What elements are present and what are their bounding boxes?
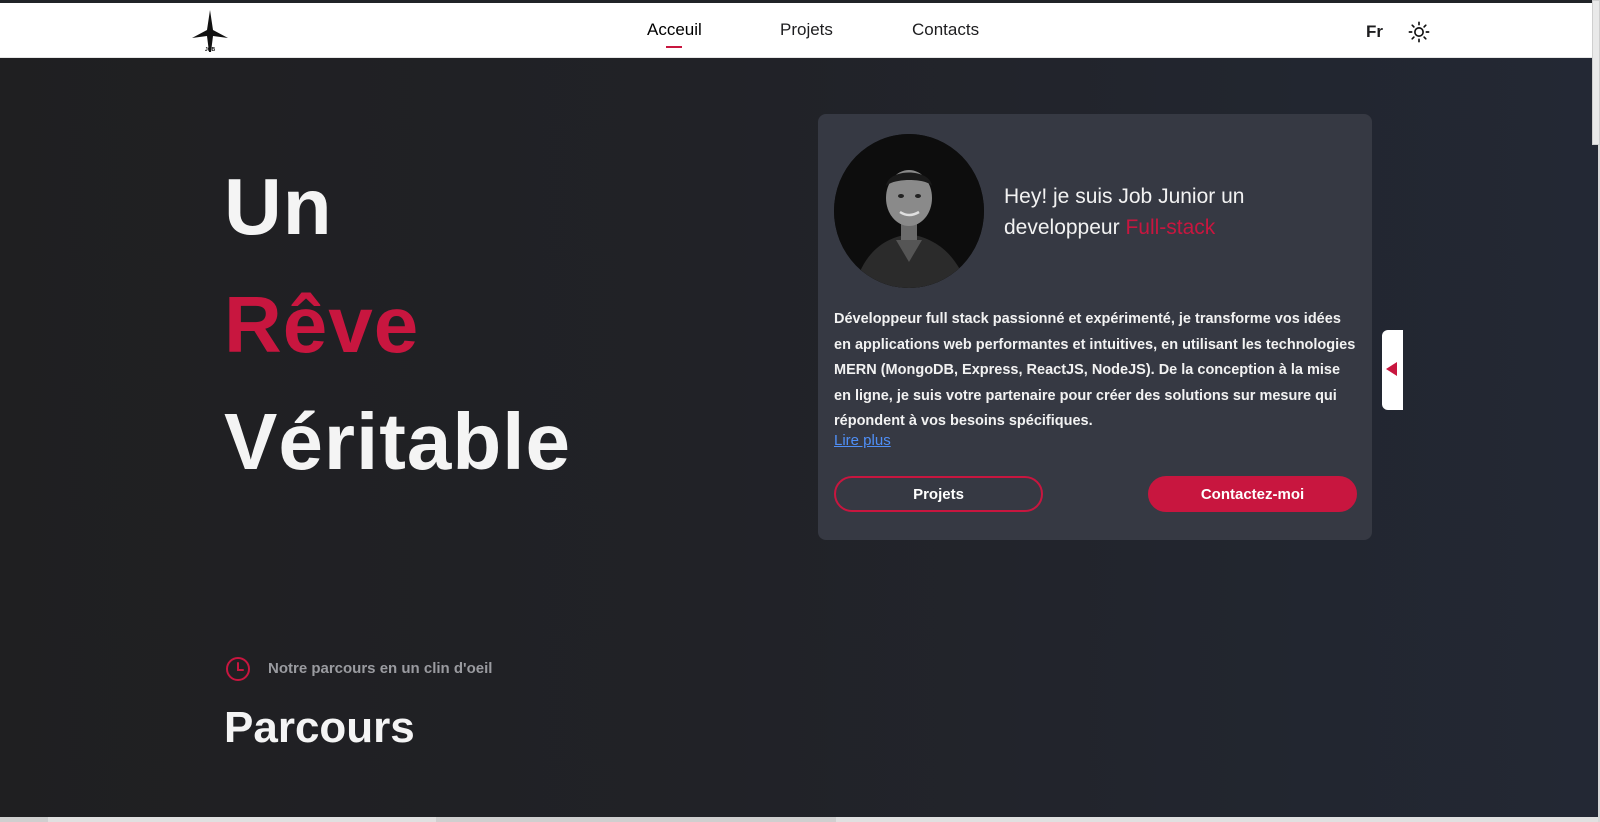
main-nav: Acceuil Projets Contacts: [0, 3, 1600, 58]
profile-greeting: Hey! je suis Job Junior un developpeur F…: [1004, 181, 1344, 243]
avatar: [834, 134, 984, 288]
navbar: JOB Acceuil Projets Contacts Fr: [0, 3, 1600, 58]
profile-photo: [834, 134, 984, 288]
read-more-link[interactable]: Lire plus: [834, 432, 891, 449]
bottom-border-segment: [436, 817, 836, 822]
profile-bio: Développeur full stack passionné et expé…: [834, 311, 1356, 429]
sun-icon[interactable]: [1408, 21, 1430, 43]
bottom-border: [0, 817, 1598, 822]
journey-label: Notre parcours en un clin d'oeil: [268, 660, 493, 677]
nav-link-projets[interactable]: Projets: [780, 20, 833, 40]
profile-card: Hey! je suis Job Junior un developpeur F…: [818, 114, 1372, 540]
greeting-accent: Full-stack: [1125, 216, 1216, 239]
hero-title-line-2: Rêve: [224, 280, 420, 369]
nav-link-contacts[interactable]: Contacts: [912, 20, 979, 40]
caret-left-icon: [1386, 362, 1397, 376]
hero-section: Un Rêve Véritable Hey! je suis Job Junio…: [0, 58, 1598, 822]
nav-link-acceuil[interactable]: Acceuil: [647, 20, 702, 48]
side-drawer-toggle[interactable]: [1382, 330, 1403, 410]
section-title: Parcours: [224, 703, 415, 752]
scrollbar-thumb[interactable]: [1592, 0, 1600, 145]
language-selector[interactable]: Fr: [1366, 22, 1383, 42]
hero-title-line-1: Un: [224, 162, 333, 251]
projects-button[interactable]: Projets: [834, 476, 1043, 512]
clock-icon: [226, 657, 250, 681]
hero-title-line-3: Véritable: [224, 397, 571, 486]
contact-button[interactable]: Contactez-moi: [1148, 476, 1357, 512]
bottom-border-segment: [0, 817, 48, 822]
